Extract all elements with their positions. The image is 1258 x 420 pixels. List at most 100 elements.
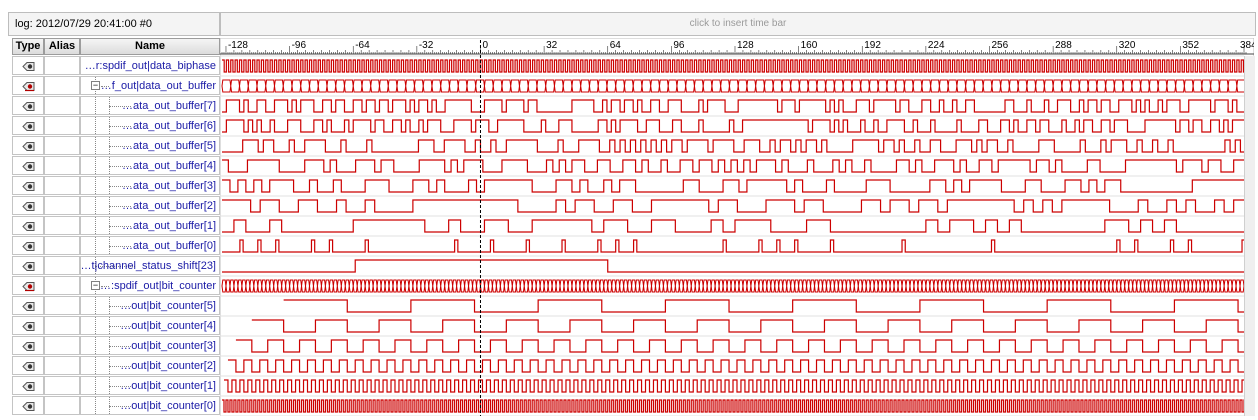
column-header-type[interactable]: Type — [12, 38, 44, 55]
name-cell[interactable]: …ata_out_buffer[2] — [80, 196, 220, 215]
tree-line — [95, 217, 96, 234]
signal-row[interactable]: …ata_out_buffer[0] — [12, 236, 220, 255]
tree-line — [95, 397, 96, 414]
column-header-name[interactable]: Name — [80, 38, 220, 55]
ruler-label: 384 — [1240, 40, 1254, 51]
alias-cell — [44, 256, 80, 275]
name-cell[interactable]: …ata_out_buffer[7] — [80, 96, 220, 115]
time-bar-insert-area[interactable]: click to insert time bar — [220, 12, 1256, 36]
name-cell[interactable]: …out|bit_counter[5] — [80, 296, 220, 315]
signal-name: …ata_out_buffer[1] — [122, 220, 216, 232]
signal-row[interactable]: …out|bit_counter[3] — [12, 336, 220, 355]
signal-row[interactable]: …out|bit_counter[2] — [12, 356, 220, 375]
digital-waveform — [222, 59, 1247, 73]
name-cell[interactable]: − …f_out|data_out_buffer — [80, 76, 220, 95]
waveform-panel[interactable]: -128 -96 -64 -32 0 32 64 96 128 160 192 224 256 288 32… — [220, 38, 1254, 416]
signal-icon — [22, 182, 35, 191]
alias-cell — [44, 176, 80, 195]
collapse-toggle[interactable]: − — [91, 281, 100, 290]
signal-row[interactable]: …r:spdif_out|data_biphase — [12, 56, 220, 75]
signal-row[interactable]: …out|bit_counter[0] — [12, 396, 220, 415]
name-cell[interactable]: …out|bit_counter[3] — [80, 336, 220, 355]
signal-name: …out|bit_counter[5] — [120, 300, 216, 312]
type-cell — [12, 296, 44, 315]
signal-row[interactable]: …ata_out_buffer[1] — [12, 216, 220, 235]
ruler-label: 320 — [1119, 40, 1136, 51]
name-cell[interactable]: …r:spdif_out|data_biphase — [80, 56, 220, 75]
signal-icon — [22, 262, 35, 271]
column-header-alias[interactable]: Alias — [44, 38, 80, 55]
type-cell — [12, 336, 44, 355]
name-cell[interactable]: …t|channel_status_shift[23] — [80, 256, 220, 275]
signal-icon — [22, 102, 35, 111]
alias-cell — [44, 276, 80, 295]
waveform-trace[interactable] — [222, 119, 1247, 133]
tree-line — [95, 117, 96, 134]
alias-cell — [44, 236, 80, 255]
name-cell[interactable]: …out|bit_counter[4] — [80, 316, 220, 335]
signal-icon — [22, 122, 35, 131]
alias-cell — [44, 76, 80, 95]
name-cell[interactable]: …out|bit_counter[2] — [80, 356, 220, 375]
name-cell[interactable]: …ata_out_buffer[4] — [80, 156, 220, 175]
signal-icon — [22, 362, 35, 371]
signal-name: …out|bit_counter[4] — [120, 320, 216, 332]
tree-line — [95, 377, 96, 394]
name-cell[interactable]: …ata_out_buffer[3] — [80, 176, 220, 195]
alias-cell — [44, 296, 80, 315]
tree-line — [95, 357, 96, 374]
signal-row[interactable]: − …f_out|data_out_buffer — [12, 76, 220, 95]
alias-cell — [44, 156, 80, 175]
type-cell — [12, 76, 44, 95]
name-cell[interactable]: …ata_out_buffer[1] — [80, 216, 220, 235]
name-cell[interactable]: …out|bit_counter[1] — [80, 376, 220, 395]
type-cell — [12, 356, 44, 375]
signal-row[interactable]: …ata_out_buffer[4] — [12, 156, 220, 175]
signal-row[interactable]: …out|bit_counter[4] — [12, 316, 220, 335]
signal-name: …ata_out_buffer[3] — [122, 180, 216, 192]
waveform-background — [220, 38, 1254, 416]
signal-icon — [22, 62, 35, 71]
alias-cell — [44, 376, 80, 395]
signal-row[interactable]: …out|bit_counter[1] — [12, 376, 220, 395]
ruler-label: 352 — [1182, 40, 1199, 51]
signal-row[interactable]: …t|channel_status_shift[23] — [12, 256, 220, 275]
signal-name: …t|channel_status_shift[23] — [80, 260, 216, 272]
name-cell[interactable]: …ata_out_buffer[5] — [80, 136, 220, 155]
tree-line — [95, 177, 96, 194]
signal-row[interactable]: …ata_out_buffer[5] — [12, 136, 220, 155]
signal-icon — [22, 322, 35, 331]
name-cell[interactable]: …ata_out_buffer[6] — [80, 116, 220, 135]
vertical-scrollbar[interactable] — [1244, 56, 1255, 416]
signal-row[interactable]: − …:spdif_out|bit_counter — [12, 276, 220, 295]
signal-name: …ata_out_buffer[2] — [122, 200, 216, 212]
type-cell — [12, 316, 44, 335]
signal-icon — [22, 342, 35, 351]
name-cell[interactable]: − …:spdif_out|bit_counter — [80, 276, 220, 295]
signal-name: …ata_out_buffer[6] — [122, 120, 216, 132]
signal-icon — [22, 162, 35, 171]
signal-row[interactable]: …out|bit_counter[5] — [12, 296, 220, 315]
type-cell — [12, 256, 44, 275]
type-cell — [12, 396, 44, 415]
ruler-label: 64 — [610, 40, 622, 51]
signal-name: …ata_out_buffer[4] — [122, 160, 216, 172]
name-cell[interactable]: …out|bit_counter[0] — [80, 396, 220, 415]
type-cell — [12, 156, 44, 175]
ruler-label: -32 — [419, 40, 434, 51]
alias-cell — [44, 136, 80, 155]
signal-row[interactable]: …ata_out_buffer[2] — [12, 196, 220, 215]
name-cell[interactable]: …ata_out_buffer[0] — [80, 236, 220, 255]
signal-name: …f_out|data_out_buffer — [100, 80, 216, 92]
signal-row[interactable]: …ata_out_buffer[7] — [12, 96, 220, 115]
ruler-label: 192 — [864, 40, 881, 51]
signal-row[interactable]: …ata_out_buffer[6] — [12, 116, 220, 135]
type-cell — [12, 236, 44, 255]
collapse-toggle[interactable]: − — [91, 81, 100, 90]
signal-row[interactable]: …ata_out_buffer[3] — [12, 176, 220, 195]
digital-waveform — [222, 119, 1247, 133]
ruler-label: -64 — [355, 40, 370, 51]
signal-name: …out|bit_counter[2] — [120, 360, 216, 372]
waveform-trace[interactable] — [222, 59, 1247, 73]
signal-name: …:spdif_out|bit_counter — [100, 280, 216, 292]
